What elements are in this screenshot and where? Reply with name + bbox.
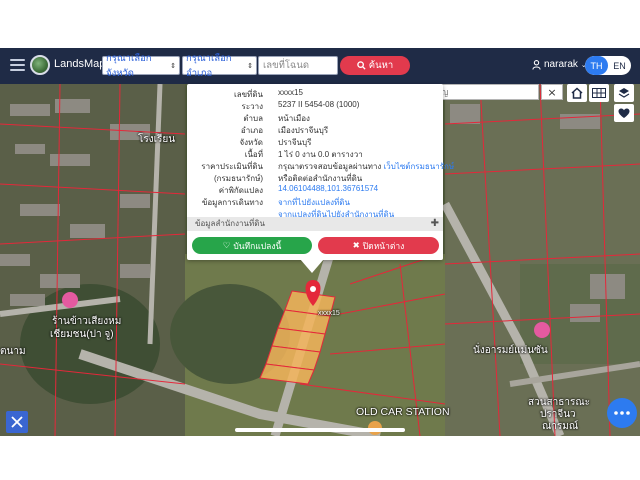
- user-menu[interactable]: nararak ⌄: [532, 59, 587, 70]
- parcel-info-popup: เลขที่ดิน xxxx15 ระวาง 5237 II 5454-08 (10…: [187, 84, 454, 260]
- search-button[interactable]: ค้นหา: [340, 56, 410, 75]
- popup-row: ค่าพิกัดแปลง 14.06104488,101.36761574: [187, 184, 443, 196]
- clear-search-button[interactable]: ×: [541, 84, 563, 100]
- province-select-value: กรุณาเลือกจังหวัด: [106, 52, 152, 79]
- treasury-website-link[interactable]: เว็บไซต์กรมธนารักษ์: [384, 162, 455, 171]
- user-icon: [532, 59, 541, 70]
- close-window-label: ปิดหน้าต่าง: [362, 240, 405, 251]
- more-dots-icon: [614, 411, 630, 415]
- select-arrow-icon: ⇕: [170, 62, 176, 70]
- map-label-school: โรงเรียน: [138, 134, 176, 145]
- popup-row-value: 5237 II 5454-08 (1000): [278, 100, 360, 109]
- map-label-station: OLD CAR STATION: [356, 406, 450, 418]
- hamburger-menu-icon[interactable]: [10, 59, 25, 71]
- top-blank-area: [0, 0, 640, 48]
- map-label-restaurant: นั่งอารมย์แม่นซัน: [473, 345, 548, 356]
- favorite-button[interactable]: [614, 104, 634, 122]
- search-button-label: ค้นหา: [368, 60, 394, 71]
- district-select[interactable]: กรุณาเลือกอำเภอ ⇕: [182, 53, 257, 79]
- close-icon: ✖: [352, 240, 360, 250]
- home-button[interactable]: [567, 84, 587, 102]
- user-name: nararak: [544, 59, 578, 70]
- app-frame: LandsMaps กรุณาเลือกจังหวัด ⇕ กรุณาเลือก…: [0, 0, 640, 480]
- top-navbar: LandsMaps กรุณาเลือกจังหวัด ⇕ กรุณาเลือก…: [0, 48, 640, 84]
- tools-icon: [11, 416, 23, 428]
- popup-row: จังหวัด ปราจีนบุรี: [187, 136, 443, 148]
- tools-button[interactable]: [6, 411, 28, 433]
- bottom-blank-area: [0, 436, 640, 480]
- popup-row: เลขที่ดิน xxxx15: [187, 88, 443, 100]
- heart-outline-icon: ♡: [222, 240, 231, 250]
- close-window-button[interactable]: ✖ ปิดหน้าต่าง: [318, 237, 439, 254]
- land-office-section-label: ข้อมูลสำนักงานที่ดิน: [195, 219, 265, 228]
- popup-pointer: [300, 259, 324, 273]
- coordinates-link[interactable]: 14.06104488,101.36761574: [278, 184, 378, 193]
- appraisal-text: กรุณาตรวจสอบข้อมูลผ่านทาง: [278, 162, 382, 171]
- landsmaps-logo: [30, 55, 50, 75]
- popup-row: (กรมธนารักษ์) หรือติดต่อสำนักงานที่ดิน: [187, 172, 443, 184]
- province-select[interactable]: กรุณาเลือกจังหวัด ⇕: [102, 53, 180, 79]
- home-icon: [571, 87, 583, 99]
- plus-icon: ✚: [430, 218, 439, 229]
- popup-row: ระวาง 5237 II 5454-08 (1000): [187, 100, 443, 112]
- popup-row: อำเภอ เมืองปราจีนบุรี: [187, 124, 443, 136]
- popup-row: เนื้อที่ 1 ไร่ 0 งาน 0.0 ตารางวา: [187, 148, 443, 160]
- layers-icon: [618, 88, 630, 98]
- district-select-value: กรุณาเลือกอำเภอ: [186, 52, 232, 79]
- popup-row: ข้อมูลการเดินทาง จากที่ไปยังแปลงที่ดิน: [187, 196, 443, 208]
- lang-en-button[interactable]: EN: [608, 56, 631, 75]
- grid-button[interactable]: [589, 84, 609, 102]
- heart-icon: [618, 108, 630, 118]
- search-icon: [356, 61, 366, 70]
- chat-button[interactable]: [607, 398, 637, 428]
- land-office-section-header[interactable]: ข้อมูลสำนักงานที่ดิน ✚: [187, 217, 443, 231]
- lang-th-button[interactable]: TH: [585, 56, 608, 75]
- popup-row-value: xxxx15: [278, 88, 303, 97]
- map-label-rice-shop-2: เชียมชน(ปา จู): [50, 329, 114, 340]
- save-plot-button[interactable]: ♡ บันทึกแปลงนี้: [192, 237, 312, 254]
- language-toggle[interactable]: TH EN: [585, 56, 631, 75]
- close-icon: ×: [547, 85, 557, 99]
- save-plot-label: บันทึกแปลงนี้: [233, 240, 282, 251]
- map-label-park-3: ณารมณ์: [542, 421, 579, 432]
- popup-row: ราคาประเมินที่ดิน กรุณาตรวจสอบข้อมูลผ่านท…: [187, 160, 454, 172]
- grid-icon: [592, 88, 606, 98]
- layers-button[interactable]: [614, 84, 634, 102]
- popup-row: ตำบล หน้าเมือง: [187, 112, 443, 124]
- home-indicator-bar: [235, 428, 405, 432]
- deed-number-input[interactable]: [258, 56, 338, 75]
- map-label-left-edge: ตนาม: [0, 346, 26, 357]
- map-label-plot-number: xxxx15: [318, 310, 340, 317]
- select-arrow-icon: ⇕: [247, 62, 253, 70]
